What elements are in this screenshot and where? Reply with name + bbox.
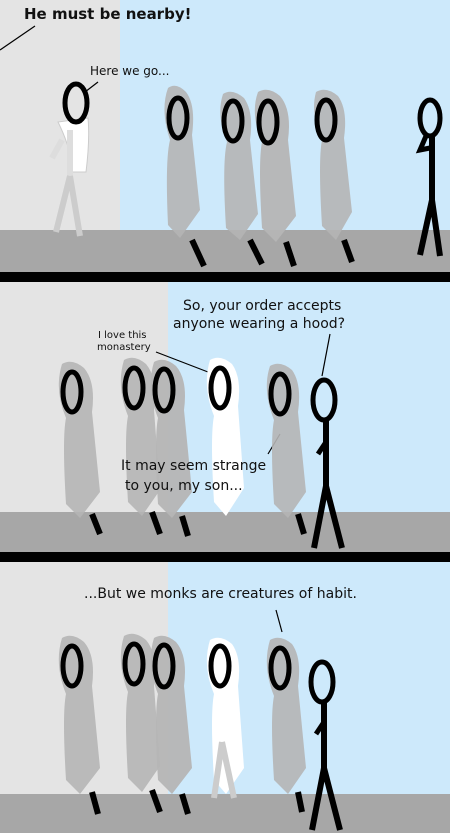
wall-right	[168, 562, 450, 833]
caption-punchline: ...But we monks are creatures of habit.	[84, 586, 357, 602]
panel-divider	[0, 272, 450, 282]
panel-3: ...But we monks are creatures of habit.	[0, 562, 450, 833]
panel-2: So, your order accepts anyone wearing a …	[0, 282, 450, 552]
caption-answer-line-1: It may seem strange	[121, 458, 267, 474]
floor	[0, 230, 450, 272]
caption-aside-line-1: I love this	[98, 330, 147, 341]
panel-1-art	[0, 0, 450, 272]
caption-question-line-2: anyone wearing a hood?	[173, 316, 346, 332]
caption-answer-line-2: to you, my son...	[125, 478, 243, 494]
floor	[0, 794, 450, 833]
panel-divider	[0, 552, 450, 562]
panel-3-art	[0, 562, 450, 833]
caption-question-line-1: So, your order accepts	[183, 298, 342, 314]
caption-aside-line-2: monastery	[97, 342, 151, 353]
panel-1: He must be nearby! Here we go...	[0, 0, 450, 272]
caption-he-must-be-nearby: He must be nearby!	[24, 5, 192, 23]
floor	[0, 512, 450, 552]
caption-here-we-go: Here we go...	[90, 64, 170, 78]
